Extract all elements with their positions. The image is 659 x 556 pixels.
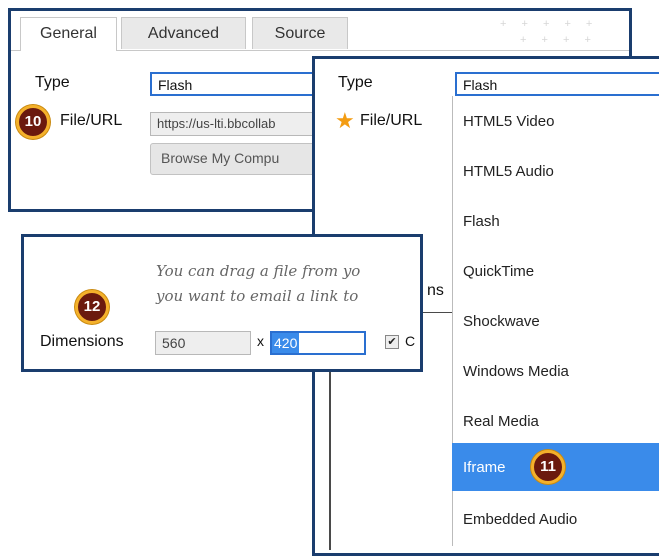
browse-my-computer-button[interactable]: Browse My Compu [150, 143, 320, 175]
option-flash[interactable]: Flash [452, 197, 659, 247]
drag-file-hint-line2: you want to email a link to [156, 287, 359, 305]
tab-advanced[interactable]: Advanced [121, 17, 246, 49]
step-marker-12: 12 [75, 290, 109, 324]
type-select[interactable]: Flash [150, 72, 320, 96]
drag-file-hint-line1: You can drag a file from yo [156, 262, 361, 280]
dimensions-label-partial: ns [427, 282, 444, 299]
width-input[interactable]: 560 [155, 331, 251, 355]
decorative-pattern: + + + + [520, 34, 597, 46]
step-marker-10: 10 [16, 105, 50, 139]
file-url-input[interactable]: https://us-lti.bbcollab [150, 112, 320, 136]
height-input[interactable]: 420 [270, 331, 366, 355]
decorative-pattern: + + + + + [500, 18, 599, 30]
front-type-label: Type [338, 74, 373, 91]
step-marker-11: 11 [531, 450, 565, 484]
constrain-label-partial: C [405, 333, 416, 349]
tab-source[interactable]: Source [252, 17, 348, 49]
dimensions-label: Dimensions [40, 333, 124, 350]
required-star-icon: ★ [335, 108, 355, 133]
option-html5-video[interactable]: HTML5 Video [452, 97, 659, 147]
file-url-label: File/URL [60, 112, 123, 129]
front-type-select[interactable]: Flash [455, 72, 659, 96]
front-file-url-label: File/URL [360, 112, 423, 129]
option-html5-audio[interactable]: HTML5 Audio [452, 147, 659, 197]
option-embedded-audio[interactable]: Embedded Audio [452, 495, 659, 545]
option-quicktime[interactable]: QuickTime [452, 247, 659, 297]
option-shockwave[interactable]: Shockwave [452, 297, 659, 347]
tab-general[interactable]: General [20, 17, 117, 51]
option-windows-media[interactable]: Windows Media [452, 347, 659, 397]
constrain-checkbox[interactable]: ✔ [385, 335, 399, 349]
height-input-selected-text: 420 [272, 333, 300, 353]
type-label: Type [35, 74, 70, 91]
dimension-separator: x [257, 333, 264, 349]
option-real-media[interactable]: Real Media [452, 397, 659, 447]
